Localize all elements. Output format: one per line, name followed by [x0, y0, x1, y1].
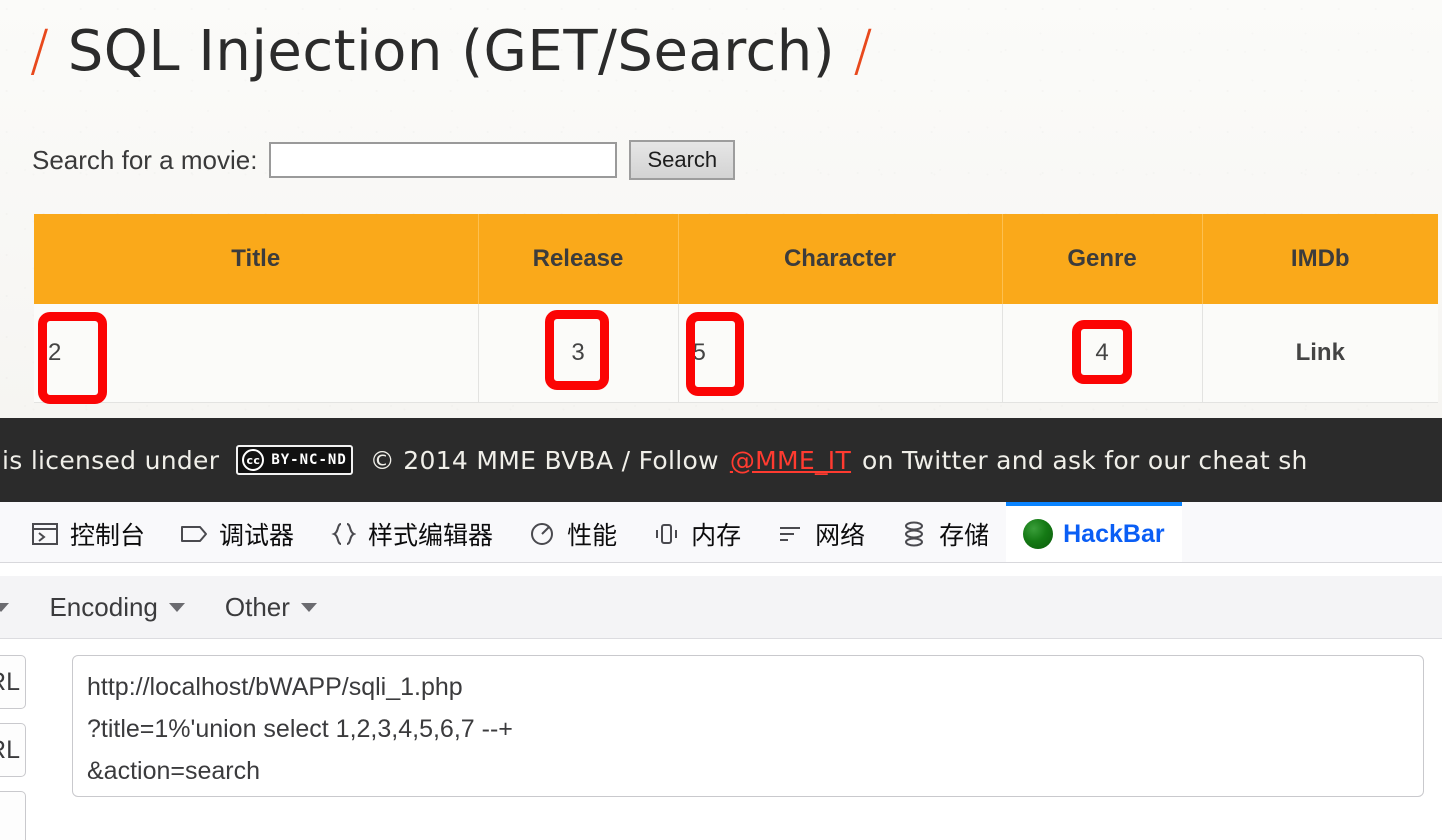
devtools-tab-label: 控制台 [70, 522, 146, 550]
tab-console[interactable]: 控制台 [13, 502, 162, 562]
cc-license-text: BY-NC-ND [271, 452, 347, 468]
footer-copyright: © 2014 MME BVBA / Follow [369, 445, 719, 475]
column-header-character[interactable]: Character [678, 214, 1003, 304]
creative-commons-badge-icon: cc BY-NC-ND [236, 445, 353, 475]
menu-label: Encoding [49, 591, 158, 622]
tab-memory[interactable]: 内存 [634, 502, 758, 562]
hackbar-button-column: RL RL [0, 655, 26, 840]
page-title: / SQL Injection (GET/Search) / [30, 4, 873, 100]
tab-inspector[interactable]: 器 [0, 502, 13, 562]
storage-icon [899, 519, 929, 549]
memory-icon [651, 519, 681, 549]
tab-storage[interactable]: 存储 [882, 502, 1006, 562]
column-header-release[interactable]: Release [478, 214, 679, 304]
chevron-down-icon [300, 602, 317, 612]
table-header-row: Title Release Character Genre IMDb [34, 214, 1438, 304]
bwapp-page: / SQL Injection (GET/Search) / Search fo… [0, 0, 1442, 418]
load-url-button[interactable]: RL [0, 655, 26, 709]
devtools-tab-bar: 器 控制台 调试器 样式编辑器 性能 [0, 502, 1442, 563]
footer-tail-text: on Twitter and ask for our cheat sh [862, 445, 1308, 475]
devtools-tab-label: 存储 [939, 522, 990, 550]
menu-other[interactable]: Other [225, 592, 317, 623]
hackbar-logo-icon [1023, 519, 1054, 549]
column-header-imdb[interactable]: IMDb [1202, 214, 1438, 304]
twitter-handle-link[interactable]: @MME_IT [730, 446, 851, 475]
tab-style-editor[interactable]: 样式编辑器 [311, 502, 510, 562]
menu-label: Other [224, 591, 290, 622]
tab-hackbar[interactable]: HackBar [1006, 502, 1182, 562]
cell-release: 3 [478, 304, 679, 403]
url-input[interactable]: http://localhost/bWAPP/sqli_1.php ?title… [72, 655, 1424, 797]
devtools-tab-label: 样式编辑器 [368, 522, 494, 550]
execute-button[interactable] [0, 791, 26, 840]
site-footer: PP is licensed under cc BY-NC-ND © 2014 … [0, 418, 1442, 502]
page-title-text: SQL Injection (GET/Search) [67, 19, 836, 84]
performance-icon [527, 519, 557, 549]
table-row: 2 3 5 4 Link [34, 304, 1438, 403]
hackbar-menu-bar: n Encoding Other [0, 576, 1442, 639]
debugger-icon [179, 519, 209, 549]
console-icon [30, 519, 60, 549]
hackbar-panel: RL RL http://localhost/bWAPP/sqli_1.php … [0, 639, 1442, 840]
title-slash-right: / [853, 19, 873, 84]
split-url-button[interactable]: RL [0, 723, 26, 777]
cell-imdb-link[interactable]: Link [1202, 304, 1438, 403]
cell-genre: 4 [1002, 304, 1203, 403]
search-row: Search for a movie: Search [32, 140, 736, 180]
tab-debugger[interactable]: 调试器 [162, 502, 311, 562]
devtools-tab-label: 调试器 [219, 522, 295, 550]
devtools-tab-label: 性能 [567, 522, 618, 550]
chevron-down-icon [0, 602, 10, 612]
cell-character: 5 [678, 304, 1003, 403]
screenshot-root: / SQL Injection (GET/Search) / Search fo… [0, 0, 1442, 840]
footer-license-text: PP is licensed under [0, 445, 220, 475]
network-icon [775, 519, 805, 549]
column-header-title[interactable]: Title [34, 214, 479, 304]
cell-title: 2 [34, 304, 479, 403]
style-editor-icon [328, 519, 358, 549]
title-slash-left: / [30, 19, 50, 84]
tab-performance[interactable]: 性能 [510, 502, 634, 562]
search-label: Search for a movie: [32, 144, 258, 175]
search-button[interactable]: Search [629, 140, 736, 180]
chevron-down-icon [168, 602, 185, 612]
results-table: Title Release Character Genre IMDb 2 3 5… [34, 214, 1438, 403]
devtools-tab-label: 内存 [691, 522, 742, 550]
menu-sql-injection[interactable]: n [0, 592, 10, 623]
cc-mark-icon: cc [242, 449, 265, 471]
devtools-tab-label: 网络 [815, 522, 866, 550]
tab-network[interactable]: 网络 [758, 502, 882, 562]
column-header-genre[interactable]: Genre [1002, 214, 1203, 304]
menu-encoding[interactable]: Encoding [49, 591, 185, 623]
search-input[interactable] [269, 142, 618, 178]
devtools-tab-label: HackBar [1063, 519, 1165, 548]
